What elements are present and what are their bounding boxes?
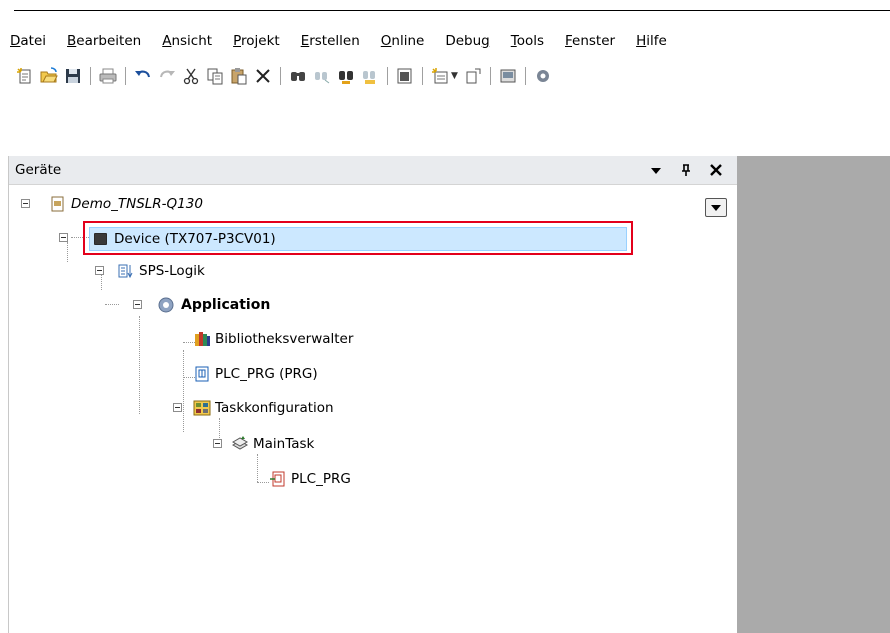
menu-datei[interactable]: Datei xyxy=(10,33,46,49)
add-object-icon[interactable] xyxy=(429,65,451,87)
toolbar-separator xyxy=(387,67,388,85)
project-icon xyxy=(49,195,67,213)
toolbar-separator xyxy=(524,67,526,85)
tree-item-task-config[interactable]: Taskkonfiguration xyxy=(193,397,334,419)
tree-label: PLC_PRG xyxy=(291,471,351,487)
print-icon[interactable] xyxy=(97,65,119,87)
collapse-toggle[interactable] xyxy=(173,403,182,412)
menu-bar: Datei Bearbeiten Ansicht Projekt Erstell… xyxy=(10,30,688,52)
panel-menu-icon[interactable] xyxy=(646,160,666,180)
tree-label: PLC_PRG (PRG) xyxy=(215,366,318,382)
toolbar-separator xyxy=(125,67,126,85)
toolbar-separator xyxy=(90,67,91,85)
panel-title: Geräte xyxy=(15,162,62,178)
tree-label: Application xyxy=(181,297,271,313)
tree-line xyxy=(257,482,269,484)
find-icon[interactable] xyxy=(287,65,309,87)
tree-item-main-task[interactable]: MainTask xyxy=(231,433,314,455)
delete-icon[interactable] xyxy=(252,65,274,87)
toolbar-separator xyxy=(422,67,423,85)
tree-item-task-call[interactable]: PLC_PRG xyxy=(269,468,351,490)
cut-icon[interactable] xyxy=(180,65,202,87)
devices-panel: Geräte Demo_TNSLR-Q130 Device (TX707-P3C… xyxy=(8,156,738,633)
program-call-icon xyxy=(269,470,287,488)
highlight-frame xyxy=(83,221,633,255)
collapse-toggle[interactable] xyxy=(59,233,68,242)
panel-header: Geräte xyxy=(9,156,738,185)
menu-ansicht[interactable]: Ansicht xyxy=(162,33,212,49)
collapse-toggle[interactable] xyxy=(95,266,104,275)
copy-icon[interactable] xyxy=(204,65,226,87)
menu-projekt[interactable]: Projekt xyxy=(233,33,280,49)
toolbar-separator xyxy=(489,67,491,85)
window-top-border xyxy=(14,10,890,11)
tree-line xyxy=(183,350,185,432)
library-books-icon xyxy=(193,330,211,348)
open-folder-icon[interactable] xyxy=(38,65,60,87)
tree-item-library-manager[interactable]: Bibliotheksverwalter xyxy=(193,328,353,350)
collapse-toggle[interactable] xyxy=(133,300,142,309)
tree-line xyxy=(257,454,259,482)
find-next-icon[interactable] xyxy=(311,65,333,87)
tree-dropdown-button[interactable] xyxy=(705,198,727,217)
task-config-icon xyxy=(193,399,211,417)
tree-label: Taskkonfiguration xyxy=(215,400,334,416)
editor-area xyxy=(737,156,890,633)
tree-item-plc-logic[interactable]: SPS-Logik xyxy=(117,260,205,282)
tree-label: MainTask xyxy=(253,436,315,452)
tree-item-project[interactable]: Demo_TNSLR-Q130 xyxy=(31,193,203,215)
menu-debug[interactable]: Debug xyxy=(445,33,489,49)
application-gear-icon xyxy=(155,296,177,314)
menu-fenster[interactable]: Fenster xyxy=(565,33,615,49)
insert-icon[interactable] xyxy=(462,65,484,87)
clipboard-icon[interactable] xyxy=(394,65,416,87)
collapse-toggle[interactable] xyxy=(21,199,30,208)
redo-icon[interactable] xyxy=(156,65,178,87)
menu-online[interactable]: Online xyxy=(381,33,425,49)
tree-label: SPS-Logik xyxy=(139,263,205,279)
plc-logic-icon xyxy=(117,262,135,280)
dropdown-arrow-icon[interactable]: ▼ xyxy=(451,71,458,81)
menu-hilfe[interactable]: Hilfe xyxy=(636,33,667,49)
new-project-icon[interactable] xyxy=(14,65,36,87)
toolbar: ▼ xyxy=(14,62,556,90)
tree-item-plc-prg[interactable]: PLC_PRG (PRG) xyxy=(193,363,318,385)
tree-line xyxy=(139,316,141,414)
menu-bearbeiten[interactable]: Bearbeiten xyxy=(67,33,141,49)
task-icon xyxy=(231,435,249,453)
tree-item-application[interactable]: Application xyxy=(155,294,270,316)
pin-icon[interactable] xyxy=(676,160,696,180)
save-icon[interactable] xyxy=(62,65,84,87)
menu-tools[interactable]: Tools xyxy=(511,33,544,49)
tree-line xyxy=(67,242,69,262)
close-icon[interactable] xyxy=(706,160,726,180)
paste-icon[interactable] xyxy=(228,65,250,87)
replace-icon[interactable] xyxy=(335,65,357,87)
toolbar-separator xyxy=(280,67,281,85)
tree-label: Bibliotheksverwalter xyxy=(215,331,354,347)
undo-icon[interactable] xyxy=(132,65,154,87)
panel-tools xyxy=(636,160,726,180)
tree-label: Demo_TNSLR-Q130 xyxy=(71,196,203,212)
tree-line xyxy=(105,304,119,306)
menu-erstellen[interactable]: Erstellen xyxy=(301,33,360,49)
collapse-toggle[interactable] xyxy=(213,439,222,448)
replace-all-icon[interactable] xyxy=(359,65,381,87)
device-screen-icon[interactable] xyxy=(497,65,519,87)
program-icon xyxy=(193,365,211,383)
gear-icon[interactable] xyxy=(532,65,554,87)
